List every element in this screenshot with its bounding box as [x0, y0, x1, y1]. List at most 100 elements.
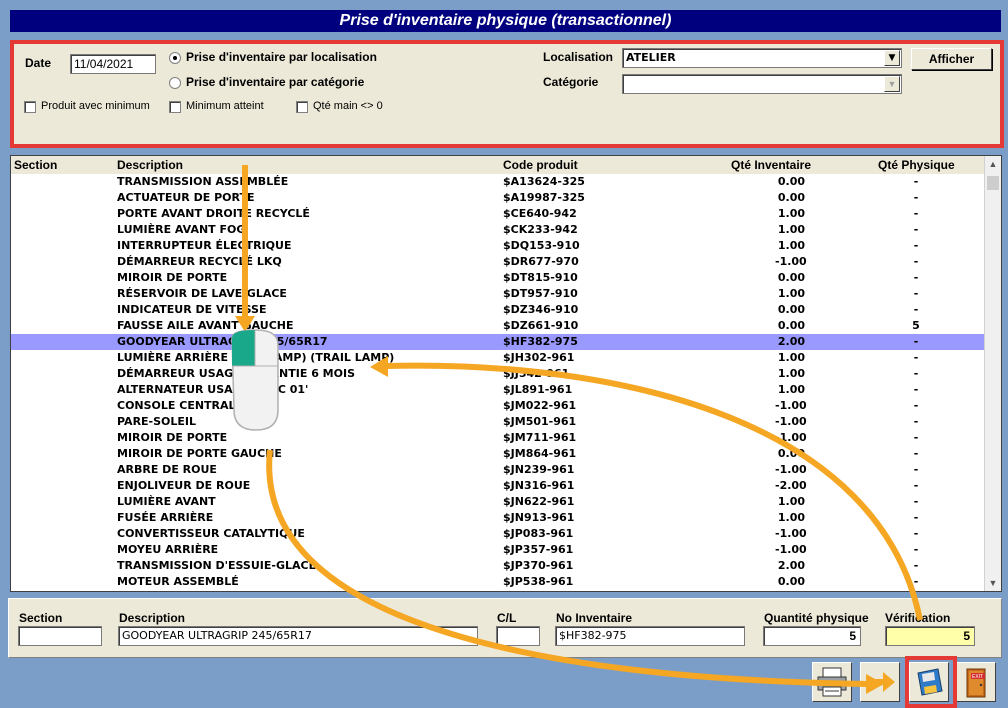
table-row[interactable]: INTERRUPTEUR ÉLECTRIQUE $DQ153-910 1.00 -: [11, 238, 985, 254]
table-row[interactable]: DÉMARREUR RECYCLÉ LKQ $DR677-970 -1.00 -: [11, 254, 985, 270]
cell-qte-inventaire: -1.00: [775, 463, 807, 476]
cell-qte-inventaire: 0.00: [777, 447, 805, 460]
table-row[interactable]: MIROIR DE PORTE GAUCHE $JM864-961 0.00 -: [11, 446, 985, 462]
cell-qte-physique: -: [913, 271, 919, 284]
cell-qte-inventaire: 1.00: [777, 511, 805, 524]
detail-verification-input[interactable]: 5: [885, 626, 975, 646]
categorie-select[interactable]: ▼: [622, 74, 902, 94]
grid-header: Section Description Code produit Qté Inv…: [11, 156, 985, 174]
afficher-button[interactable]: Afficher: [911, 48, 992, 70]
chevron-down-icon[interactable]: ▼: [884, 50, 900, 66]
cell-qte-inventaire: 1.00: [777, 351, 805, 364]
cell-qte-inventaire: 1.00: [777, 223, 805, 236]
cell-qte-inventaire: -1.00: [775, 399, 807, 412]
exit-button[interactable]: EXIT: [956, 662, 996, 702]
cell-description: PARE-SOLEIL: [117, 415, 197, 428]
cell-description: ENJOLIVEUR DE ROUE: [117, 479, 251, 492]
table-row[interactable]: CONVERTISSEUR CATALYTIQUE $JP083-961 -1.00…: [11, 526, 985, 542]
cell-qte-physique: -: [913, 223, 919, 236]
table-row[interactable]: INDICATEUR DE VITESSE $DZ346-910 0.00 -: [11, 302, 985, 318]
table-row[interactable]: LUMIÈRE ARRIÈRE (TAIL LAMP) (TRAIL LAMP)…: [11, 350, 985, 366]
detail-description-input[interactable]: GOODYEAR ULTRAGRIP 245/65R17: [118, 626, 478, 646]
check-produit-minimum-label: Produit avec minimum: [41, 100, 150, 112]
inventory-window: Prise d'inventaire physique (transaction…: [0, 0, 1008, 708]
radio-localisation-label: Prise d'inventaire par localisation: [186, 50, 377, 64]
exit-label: EXIT: [972, 674, 983, 680]
table-row[interactable]: MOTEUR ASSEMBLÉ $JP538-961 0.00 -: [11, 574, 985, 590]
table-row[interactable]: ENJOLIVEUR DE ROUE $JN316-961 -2.00 -: [11, 478, 985, 494]
inventory-grid: Section Description Code produit Qté Inv…: [10, 155, 1002, 592]
cell-description: CONSOLE CENTRALE: [117, 399, 244, 412]
cell-qte-inventaire: 1.00: [777, 287, 805, 300]
table-row[interactable]: PORTE AVANT DROITE RECYCLÉ $CE640-942 1.00…: [11, 206, 985, 222]
save-button-highlight: [905, 656, 957, 708]
table-row[interactable]: FAUSSE AILE AVANT GAUCHE $DZ661-910 0.00 5: [11, 318, 985, 334]
table-row[interactable]: LUMIÈRE AVANT $JN622-961 1.00 -: [11, 494, 985, 510]
cell-qte-physique: -: [913, 335, 919, 348]
scroll-down-icon[interactable]: ▼: [985, 575, 1001, 591]
localisation-label: Localisation: [543, 50, 614, 64]
detail-description-label: Description: [119, 611, 186, 625]
radio-categorie[interactable]: [169, 77, 181, 89]
cell-qte-inventaire: 1.00: [777, 239, 805, 252]
table-row[interactable]: RÉSERVOIR DE LAVE-GLACE $DT957-910 1.00 -: [11, 286, 985, 302]
cell-code-produit: $DQ153-910: [503, 239, 580, 252]
table-row[interactable]: TRANSMISSION D'ESSUIE-GLACE $JP370-961 2.0…: [11, 558, 985, 574]
detail-section-input[interactable]: [18, 626, 102, 646]
scroll-thumb[interactable]: [987, 176, 999, 190]
cell-qte-physique: -: [913, 479, 919, 492]
print-button[interactable]: [812, 662, 852, 702]
exit-door-icon: EXIT: [966, 668, 986, 698]
cell-description: ARBRE DE ROUE: [117, 463, 217, 476]
check-minimum-atteint[interactable]: [169, 101, 181, 113]
chevron-down-icon[interactable]: ▼: [884, 76, 900, 92]
table-row[interactable]: ACTUATEUR DE PORTE $A19987-325 0.00 -: [11, 190, 985, 206]
table-row[interactable]: PARE-SOLEIL $JM501-961 -1.00 -: [11, 414, 985, 430]
vertical-scrollbar[interactable]: ▲ ▼: [984, 156, 1001, 591]
cell-qte-physique: -: [913, 431, 919, 444]
cell-description: GOODYEAR ULTRAGRIP 245/65R17: [117, 335, 328, 348]
detail-quantite-label: Quantité physique: [764, 611, 869, 625]
cell-description: MOYEU ARRIÈRE: [117, 543, 219, 556]
detail-quantite-input[interactable]: 5: [763, 626, 861, 646]
cell-qte-inventaire: 1.00: [777, 207, 805, 220]
cell-qte-physique: -: [913, 415, 919, 428]
check-qte-main[interactable]: [296, 101, 308, 113]
header-section: Section: [14, 158, 58, 172]
cell-description: FUSÉE ARRIÈRE: [117, 511, 214, 524]
next-button[interactable]: [860, 662, 900, 702]
detail-no-inventaire-input[interactable]: $HF382-975: [555, 626, 745, 646]
table-row[interactable]: ARBRE DE ROUE $JN239-961 -1.00 -: [11, 462, 985, 478]
table-row[interactable]: CONSOLE CENTRALE $JM022-961 -1.00 -: [11, 398, 985, 414]
cell-description: LUMIÈRE ARRIÈRE (TAIL LAMP) (TRAIL LAMP): [117, 351, 395, 364]
table-row[interactable]: MIROIR DE PORTE $JM711-961 -1.00 -: [11, 430, 985, 446]
cell-qte-inventaire: -1.00: [775, 255, 807, 268]
cell-qte-inventaire: -1.00: [775, 527, 807, 540]
table-row[interactable]: MIROIR DE PORTE $DT815-910 0.00 -: [11, 270, 985, 286]
table-row[interactable]: GOODYEAR ULTRAGRIP 245/65R17 $HF382-975 2.…: [11, 334, 985, 350]
table-row[interactable]: FUSÉE ARRIÈRE $JN913-961 1.00 -: [11, 510, 985, 526]
cell-qte-inventaire: 1.00: [777, 383, 805, 396]
cell-code-produit: $JH302-961: [503, 351, 575, 364]
cell-qte-inventaire: -1.00: [775, 415, 807, 428]
date-input[interactable]: 11/04/2021: [70, 54, 156, 74]
table-row[interactable]: TRANSMISSION ASSEMBLÉE $A13624-325 0.00 -: [11, 174, 985, 190]
table-row[interactable]: MOYEU ARRIÈRE $JP357-961 -1.00 -: [11, 542, 985, 558]
localisation-select[interactable]: ATELIER ▼: [622, 48, 902, 68]
cell-code-produit: $JL891-961: [503, 383, 573, 396]
check-produit-minimum[interactable]: [24, 101, 36, 113]
categorie-label: Catégorie: [543, 75, 599, 89]
scroll-up-icon[interactable]: ▲: [985, 156, 1001, 172]
table-row[interactable]: ALTERNATEUR USAGÉ CIVIC 01' $JL891-961 1.0…: [11, 382, 985, 398]
cell-code-produit: $JP370-961: [503, 559, 574, 572]
cell-description: CONVERTISSEUR CATALYTIQUE: [117, 527, 305, 540]
cell-qte-inventaire: 1.00: [777, 367, 805, 380]
table-row[interactable]: DÉMARREUR USAGÉ GARANTIE 6 MOIS $JJ542-96…: [11, 366, 985, 382]
cell-qte-inventaire: 0.00: [777, 191, 805, 204]
detail-cl-input[interactable]: [496, 626, 540, 646]
radio-localisation[interactable]: [169, 52, 181, 64]
check-qte-main-label: Qté main <> 0: [313, 100, 383, 112]
table-row[interactable]: LUMIÈRE AVANT FOG $CK233-942 1.00 -: [11, 222, 985, 238]
cell-qte-physique: -: [913, 207, 919, 220]
filter-panel: Date 11/04/2021 Prise d'inventaire par l…: [10, 40, 1004, 148]
